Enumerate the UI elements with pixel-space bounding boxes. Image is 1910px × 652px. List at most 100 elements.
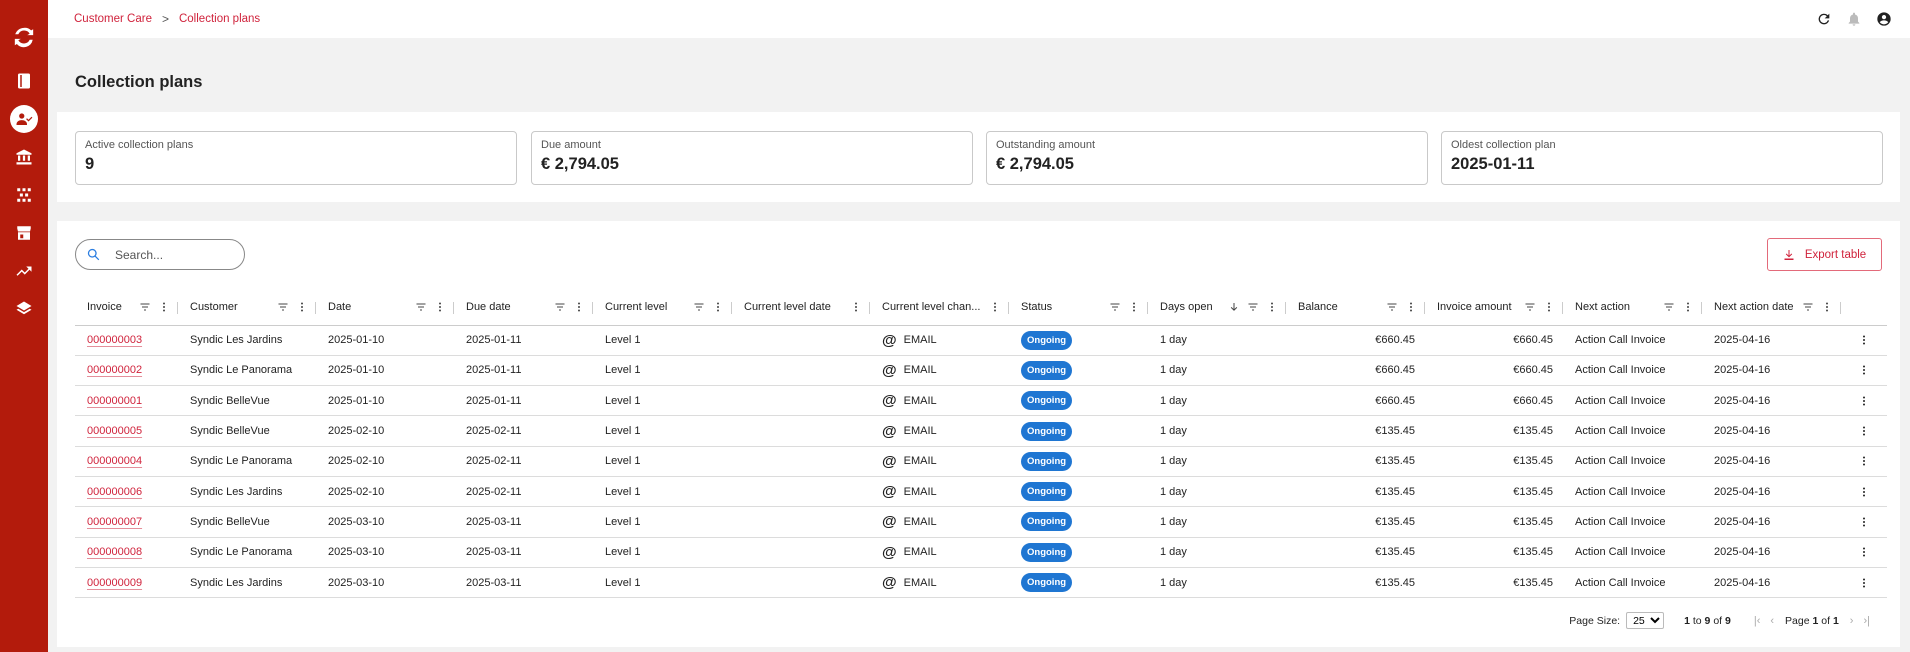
kpi-value: € 2,794.05 <box>541 155 619 173</box>
invoice-link[interactable]: 000000003 <box>87 334 142 346</box>
column-header-5[interactable]: Current level date <box>732 290 870 326</box>
account-icon[interactable] <box>1874 9 1894 29</box>
column-menu-icon[interactable] <box>1266 301 1278 313</box>
channel-label: EMAIL <box>903 576 937 589</box>
layers-icon[interactable] <box>0 290 48 328</box>
table-row[interactable]: 000000005 Syndic BelleVue 2025-02-10 2025-0… <box>75 415 1887 447</box>
customer-care-icon[interactable] <box>0 100 48 138</box>
next-page-icon[interactable]: › <box>1850 615 1854 627</box>
row-menu-icon[interactable] <box>1858 516 1870 528</box>
filter-icon[interactable] <box>415 301 427 313</box>
filter-icon[interactable] <box>1109 301 1121 313</box>
bell-icon[interactable] <box>1844 9 1864 29</box>
table-row[interactable]: 000000008 Syndic Le Panorama 2025-03-10 202… <box>75 537 1887 568</box>
filter-icon[interactable] <box>1802 301 1814 313</box>
column-header-6[interactable]: Current level chan... <box>870 290 1009 326</box>
table-row[interactable]: 000000004 Syndic Le Panorama 2025-02-10 202… <box>75 446 1887 477</box>
trending-up-icon[interactable] <box>0 252 48 290</box>
filter-icon[interactable] <box>277 301 289 313</box>
column-header-9[interactable]: Balance <box>1286 290 1425 326</box>
row-menu-icon[interactable] <box>1858 334 1870 346</box>
kpi-panel: Active collection plans 9 Due amount € 2… <box>57 112 1900 202</box>
table-row[interactable]: 000000009 Syndic Les Jardins 2025-03-10 202… <box>75 567 1887 599</box>
filter-icon[interactable] <box>1247 301 1259 313</box>
table-row[interactable]: 000000001 Syndic BelleVue 2025-01-10 2025-0… <box>75 385 1887 417</box>
table-row[interactable]: 000000007 Syndic BelleVue 2025-03-10 2025-0… <box>75 506 1887 538</box>
column-header-4[interactable]: Current level <box>593 290 732 326</box>
first-page-icon[interactable]: |‹ <box>1754 615 1761 627</box>
column-header-10[interactable]: Invoice amount <box>1425 290 1563 326</box>
column-menu-icon[interactable] <box>1821 301 1833 313</box>
column-menu-icon[interactable] <box>850 301 862 313</box>
row-menu-icon[interactable] <box>1858 364 1870 376</box>
column-menu-icon[interactable] <box>1543 301 1555 313</box>
column-header-0[interactable]: Invoice <box>75 290 178 326</box>
row-menu-icon[interactable] <box>1858 577 1870 589</box>
cell-due-date: 2025-01-11 <box>454 385 593 417</box>
cell-balance: €135.45 <box>1286 415 1425 447</box>
cell-customer: Syndic Le Panorama <box>178 537 316 568</box>
filter-icon[interactable] <box>554 301 566 313</box>
filter-icon[interactable] <box>1663 301 1675 313</box>
cell-date: 2025-03-10 <box>316 506 454 538</box>
invoice-link[interactable]: 000000002 <box>87 364 142 376</box>
column-header-7[interactable]: Status <box>1009 290 1148 326</box>
filter-icon[interactable] <box>1524 301 1536 313</box>
book-icon[interactable] <box>0 62 48 100</box>
breadcrumb-collection-plans[interactable]: Collection plans <box>179 13 260 25</box>
column-header-1[interactable]: Customer <box>178 290 316 326</box>
column-menu-icon[interactable] <box>434 301 446 313</box>
column-menu-icon[interactable] <box>296 301 308 313</box>
cell-row-actions <box>1841 537 1887 568</box>
sort-descending-icon[interactable] <box>1228 301 1240 313</box>
invoice-link[interactable]: 000000006 <box>87 486 142 498</box>
column-header-2[interactable]: Date <box>316 290 454 326</box>
cell-status: Ongoing <box>1009 476 1148 508</box>
page-size-select[interactable]: 25 <box>1626 612 1665 629</box>
row-menu-icon[interactable] <box>1858 455 1870 467</box>
app-logo-icon[interactable] <box>0 14 48 60</box>
refresh-icon[interactable] <box>1814 9 1834 29</box>
column-menu-icon[interactable] <box>712 301 724 313</box>
column-header-11[interactable]: Next action <box>1563 290 1702 326</box>
row-menu-icon[interactable] <box>1858 486 1870 498</box>
row-menu-icon[interactable] <box>1858 546 1870 558</box>
filter-icon[interactable] <box>693 301 705 313</box>
column-menu-icon[interactable] <box>1128 301 1140 313</box>
table-row[interactable]: 000000006 Syndic Les Jardins 2025-02-10 202… <box>75 476 1887 508</box>
column-header-label: Invoice <box>87 301 122 314</box>
column-menu-icon[interactable] <box>1682 301 1694 313</box>
grid-dots-icon[interactable] <box>0 176 48 214</box>
store-icon[interactable] <box>0 214 48 252</box>
invoice-link[interactable]: 000000008 <box>87 546 142 558</box>
row-menu-icon[interactable] <box>1858 395 1870 407</box>
filter-icon[interactable] <box>1386 301 1398 313</box>
row-menu-icon[interactable] <box>1858 425 1870 437</box>
column-menu-icon[interactable] <box>158 301 170 313</box>
table-row[interactable]: 000000003 Syndic Les Jardins 2025-01-10 202… <box>75 325 1887 356</box>
previous-page-icon[interactable]: ‹ <box>1770 615 1774 627</box>
column-header-8[interactable]: Days open <box>1148 290 1286 326</box>
invoice-link[interactable]: 000000005 <box>87 425 142 437</box>
bank-icon[interactable] <box>0 138 48 176</box>
last-page-icon[interactable]: ›| <box>1863 615 1870 627</box>
search-input[interactable] <box>115 247 225 262</box>
table-row[interactable]: 000000002 Syndic Le Panorama 2025-01-10 202… <box>75 355 1887 387</box>
invoice-link[interactable]: 000000004 <box>87 455 142 467</box>
export-table-button[interactable]: Export table <box>1767 238 1882 271</box>
column-menu-icon[interactable] <box>1405 301 1417 313</box>
filter-icon[interactable] <box>139 301 151 313</box>
channel-label: EMAIL <box>903 425 937 438</box>
column-header-12[interactable]: Next action date <box>1702 290 1841 326</box>
cell-next-action-date: 2025-04-16 <box>1702 567 1841 599</box>
column-menu-icon[interactable] <box>989 301 1001 313</box>
channel-label: EMAIL <box>903 364 937 377</box>
breadcrumb-customer-care[interactable]: Customer Care <box>74 13 152 25</box>
cell-next-action: Action Call Invoice <box>1563 385 1702 417</box>
column-menu-icon[interactable] <box>573 301 585 313</box>
invoice-link[interactable]: 000000007 <box>87 516 142 528</box>
cell-next-action-date: 2025-04-16 <box>1702 506 1841 538</box>
column-header-3[interactable]: Due date <box>454 290 593 326</box>
invoice-link[interactable]: 000000009 <box>87 577 142 589</box>
invoice-link[interactable]: 000000001 <box>87 395 142 407</box>
